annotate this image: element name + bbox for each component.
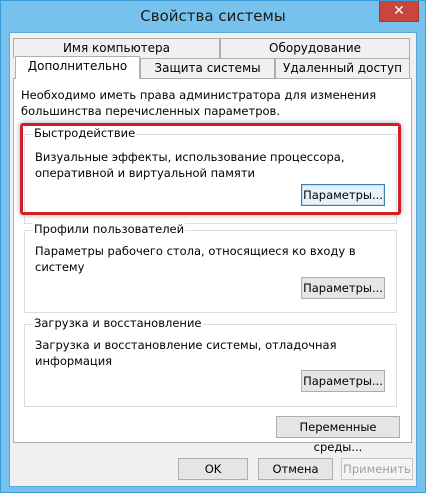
startup-recovery-group: Загрузка и восстановление Загрузка и вос… [24,316,397,407]
startup-description: Загрузка и восстановление системы, отлад… [35,338,337,368]
tab-remote-access[interactable]: Удаленный доступ [275,58,410,78]
performance-highlight-frame [20,123,401,215]
tab-label: Оборудование [269,41,361,55]
dialog-client-area: Имя компьютера Оборудование Дополнительн… [9,32,417,487]
user-profiles-group: Профили пользователей Параметры рабочего… [24,222,397,313]
profiles-settings-button[interactable]: Параметры... [301,277,385,299]
tab-advanced[interactable]: Дополнительно [15,56,140,79]
close-button[interactable]: ✕ [379,1,419,22]
ok-button[interactable]: OK [178,458,248,480]
tab-system-protection[interactable]: Защита системы [140,58,275,78]
profiles-title: Профили пользователей [33,222,186,236]
tab-label: Защита системы [154,61,261,75]
tab-label: Имя компьютера [62,41,171,55]
tab-hardware[interactable]: Оборудование [220,38,410,58]
apply-button[interactable]: Применить [341,458,413,480]
title-bar[interactable]: Свойства системы ✕ [1,1,425,32]
admin-rights-note: Необходимо иметь права администратора дл… [21,88,377,118]
startup-title: Загрузка и восстановление [33,316,203,330]
startup-settings-button[interactable]: Параметры... [301,370,385,392]
tab-label: Удаленный доступ [283,61,402,75]
environment-variables-button[interactable]: Переменные среды... [276,416,400,454]
cancel-button[interactable]: Отмена [258,458,333,480]
close-icon: ✕ [393,3,405,19]
profiles-description: Параметры рабочего стола, относящиеся ко… [35,244,356,274]
tab-label: Дополнительно [27,59,128,73]
window-title: Свойства системы [140,7,286,25]
system-properties-window: Свойства системы ✕ Имя компьютера Оборуд… [0,0,426,493]
tab-computer-name[interactable]: Имя компьютера [13,38,220,58]
